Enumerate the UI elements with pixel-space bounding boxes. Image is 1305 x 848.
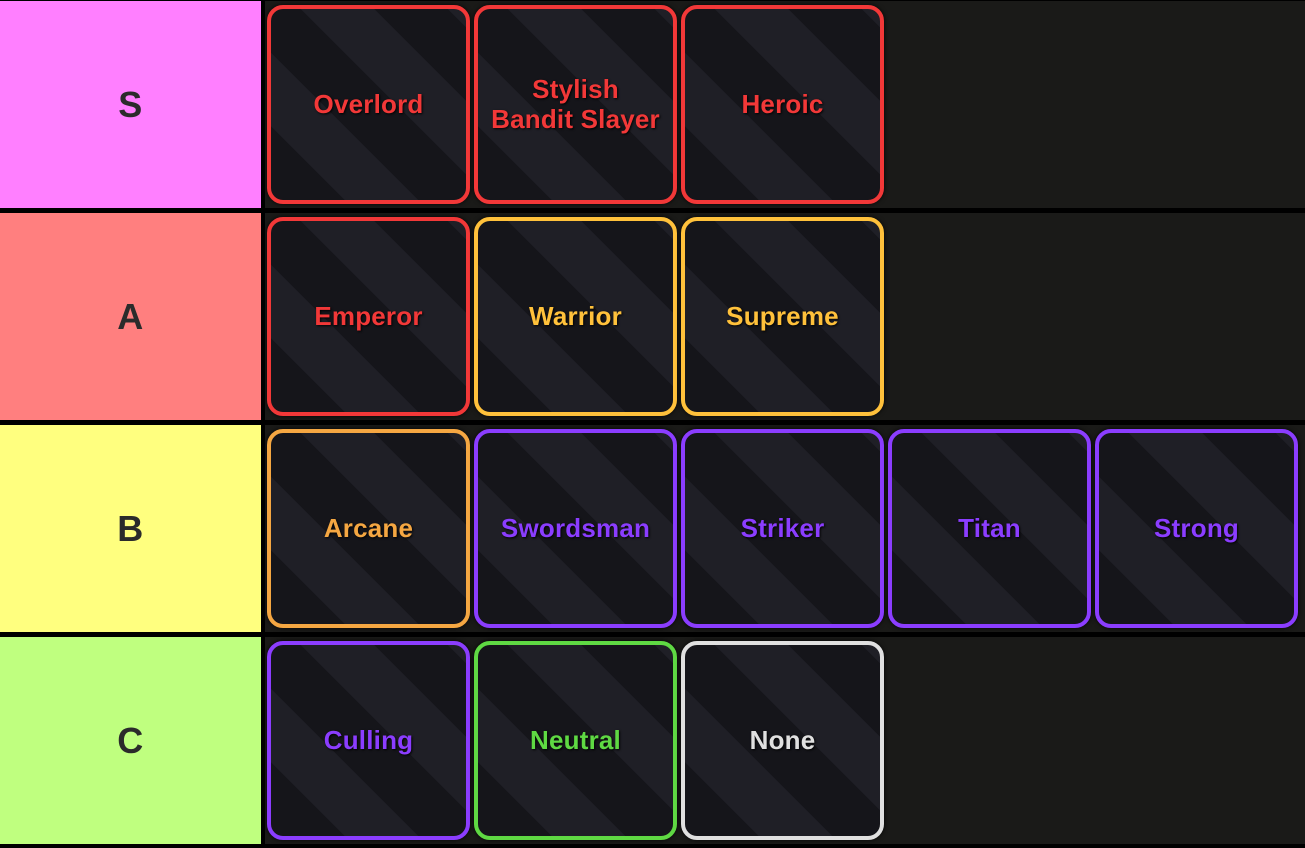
tier-items-c[interactable]: Culling Neutral None (265, 637, 1305, 844)
tier-item-label: Striker (740, 512, 825, 543)
tier-row-s: S Overlord Stylish Bandit Slayer Heroic (0, 0, 1305, 212)
tier-item-label: Strong (1154, 512, 1239, 543)
tier-item-label: Overlord (313, 88, 424, 119)
tier-label-s[interactable]: S (0, 1, 261, 208)
tier-item-card[interactable]: Heroic (681, 5, 884, 204)
tier-item-card[interactable]: Swordsman (474, 429, 677, 628)
tier-items-b[interactable]: Arcane Swordsman Striker Titan Strong (265, 425, 1305, 632)
tier-list: S Overlord Stylish Bandit Slayer Heroic A Empe… (0, 0, 1305, 848)
tier-item-card[interactable]: Stylish Bandit Slayer (474, 5, 677, 204)
tier-label-a[interactable]: A (0, 213, 261, 420)
tier-row-a: A Emperor Warrior Supreme (0, 212, 1305, 424)
tier-label-b[interactable]: B (0, 425, 261, 632)
tier-row-c: C Culling Neutral None (0, 636, 1305, 848)
tier-item-label: Culling (323, 724, 414, 755)
tier-item-card[interactable]: None (681, 641, 884, 840)
tier-item-card[interactable]: Emperor (267, 217, 470, 416)
tier-row-b: B Arcane Swordsman Striker Titan Strong (0, 424, 1305, 636)
tier-item-label: Emperor (314, 300, 423, 331)
tier-item-card[interactable]: Arcane (267, 429, 470, 628)
tier-item-card[interactable]: Overlord (267, 5, 470, 204)
tier-item-label: Titan (958, 512, 1021, 543)
tier-item-label: None (749, 724, 816, 755)
tier-item-label: Arcane (323, 512, 414, 543)
tier-items-a[interactable]: Emperor Warrior Supreme (265, 213, 1305, 420)
tier-item-card[interactable]: Warrior (474, 217, 677, 416)
tier-items-s[interactable]: Overlord Stylish Bandit Slayer Heroic (265, 1, 1305, 208)
tier-item-label: Swordsman (500, 512, 651, 543)
tier-item-label: Neutral (530, 724, 621, 755)
tier-item-card[interactable]: Titan (888, 429, 1091, 628)
tier-item-card[interactable]: Supreme (681, 217, 884, 416)
tier-item-label: Warrior (529, 300, 622, 331)
tier-label-c[interactable]: C (0, 637, 261, 844)
tier-item-label: Supreme (726, 300, 839, 331)
tier-item-label: Stylish Bandit Slayer (491, 74, 660, 134)
tier-item-card[interactable]: Neutral (474, 641, 677, 840)
tier-item-label: Heroic (741, 88, 824, 119)
tier-item-card[interactable]: Striker (681, 429, 884, 628)
tier-item-card[interactable]: Culling (267, 641, 470, 840)
tier-item-card[interactable]: Strong (1095, 429, 1298, 628)
